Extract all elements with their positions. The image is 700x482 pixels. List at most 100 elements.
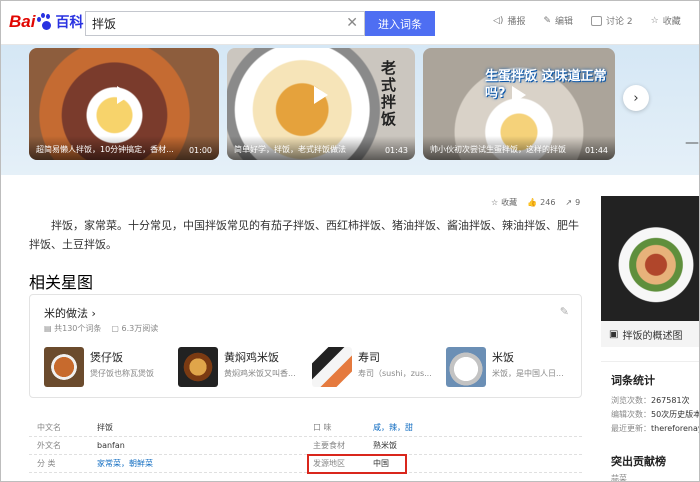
play-icon[interactable]: [314, 86, 328, 105]
entry-actions: ☆ 收藏 👍 246 ↗ 9: [491, 197, 580, 208]
pencil-icon: ✎: [543, 15, 551, 26]
video-card[interactable]: 老式拌饭 简单好学，拌饭，老式拌饭做法 01:43: [227, 48, 415, 160]
entry-stats: 词条统计 浏览次数：267581次 编辑次数：50次历史版本 最近更新：ther…: [601, 361, 699, 443]
stat-value: 267581次: [651, 396, 690, 405]
video-caption: 帅小伙初次尝试生蛋拌饭，这样的拌饭: [430, 145, 566, 154]
item-name: 黄焖鸡米饭: [224, 351, 279, 364]
search-input[interactable]: [86, 12, 326, 35]
speaker-icon: ◁): [493, 15, 504, 26]
thumbnail-image: [44, 347, 84, 387]
caption-text: 拌饭的概述图: [622, 330, 683, 342]
related-item[interactable]: 黄焖鸡米饭 黄焖鸡米饭又叫香...: [178, 347, 312, 387]
card-title[interactable]: 米的做法 ›: [44, 305, 96, 321]
info-key: 口 味: [313, 423, 332, 432]
contributors-title: 突出贡献榜: [611, 455, 666, 468]
share-icon: ↗: [565, 198, 573, 207]
chat-icon: [591, 15, 603, 26]
edit-button[interactable]: ✎ 编辑: [543, 14, 574, 28]
like-count: 246: [540, 198, 556, 207]
item-name: 米饭: [492, 351, 514, 364]
video-caption: 简单好学，拌饭，老式拌饭做法: [234, 145, 346, 154]
basic-info-table: 中文名 拌饭 口 味 咸，辣，甜 外文名 banfan 主要食材 熟米饭 分 类 家常菜，朝鲜…: [29, 419, 582, 473]
star-icon: ☆: [491, 198, 499, 207]
video-overlay-text: 老式拌饭: [379, 60, 397, 128]
baidu-baike-logo[interactable]: Bai 百科: [9, 11, 83, 33]
share-action[interactable]: ↗ 9: [565, 197, 580, 208]
search-box: ✕: [85, 11, 365, 36]
card-meta: ▤ 共130个词条 ▢ 6.3万阅读: [44, 323, 158, 334]
stat-label: 最近更新：: [611, 424, 651, 433]
info-key: 中文名: [37, 423, 61, 432]
collect-label: 收藏: [501, 198, 518, 207]
stat-value[interactable]: 50次历史版本: [651, 410, 699, 419]
video-caption-bar: 超简易懒人拌饭，10分钟搞定，香材... 01:00: [29, 136, 219, 160]
updated-line: 最近更新：thereforenay: [611, 422, 699, 436]
video-caption-bar: 简单好学，拌饭，老式拌饭做法 01:43: [227, 136, 415, 160]
item-name: 煲仔饭: [90, 351, 123, 364]
info-value: 咸，辣，甜: [373, 422, 581, 433]
info-value: 拌饭: [97, 423, 113, 432]
contributors-note: 蒜菜: [611, 474, 627, 482]
table-row: 外文名 banfan 主要食材 熟米饭: [29, 437, 582, 455]
table-row: 分 类家常菜，朝鲜菜 发源地区 中国: [29, 455, 582, 473]
item-desc: 煲仔饭也称瓦煲饭: [90, 369, 154, 378]
image-icon: ▣: [609, 328, 619, 340]
collect-action[interactable]: ☆ 收藏: [491, 197, 517, 208]
stats-title: 词条统计: [611, 374, 655, 387]
overview-caption[interactable]: ▣ 拌饭的概述图: [601, 321, 699, 347]
close-icon[interactable]: ✕: [346, 15, 358, 31]
thumbnail-image: [312, 347, 352, 387]
tool-label: 播报: [507, 17, 526, 27]
video-carousel: 超简易懒人拌饭，10分钟搞定，香材... 01:00 老式拌饭 简单好学，拌饭，老…: [1, 45, 699, 175]
header: Bai 百科 ✕ 进入词条 ◁)播报 ✎ 编辑 讨论 2 ☆收藏: [1, 1, 699, 45]
video-duration: 01:00: [188, 146, 212, 155]
info-link[interactable]: 咸，辣，甜: [373, 423, 413, 432]
edits-line: 编辑次数：50次历史版本: [611, 408, 699, 422]
section-title: 相关星图: [29, 273, 94, 292]
related-items: 煲仔饭煲仔饭也称瓦煲饭 黄焖鸡米饭 黄焖鸡米饭又叫香... 寿司寿司（sushi，…: [44, 347, 580, 387]
thumb-up-icon: 👍: [527, 198, 538, 207]
related-item[interactable]: 寿司寿司（sushi，zus...: [312, 347, 446, 387]
info-key: 主要食材: [313, 441, 345, 450]
card-title-text: 米的做法: [44, 307, 88, 320]
table-row: 中文名 拌饭 口 味 咸，辣，甜: [29, 419, 582, 437]
item-name: 寿司: [358, 351, 380, 364]
info-value: banfan: [97, 441, 125, 450]
discuss-button[interactable]: 讨论 2: [591, 14, 633, 27]
like-action[interactable]: 👍 246: [527, 197, 555, 208]
play-icon[interactable]: [512, 86, 526, 105]
video-duration: 01:43: [384, 146, 408, 155]
tool-label: 编辑: [555, 17, 574, 27]
tool-label: 讨论 2: [606, 17, 633, 27]
views-line: 浏览次数：267581次: [611, 394, 699, 408]
info-link[interactable]: 家常菜，朝鲜菜: [97, 459, 153, 468]
video-card[interactable]: 超简易懒人拌饭，10分钟搞定，香材... 01:00: [29, 48, 219, 160]
play-icon[interactable]: [117, 86, 131, 105]
entries-text: 共130个词条: [54, 324, 102, 333]
related-item[interactable]: 米饭米饭，是中国人日...: [446, 347, 580, 387]
speak-button[interactable]: ◁) 播报: [493, 14, 526, 28]
video-duration: 01:44: [584, 146, 608, 155]
entry-summary: 拌饭，家常菜。十分常见，中国拌饭常见的有茄子拌饭、西红柿拌饭、猪油拌饭、酱油拌饭…: [29, 219, 579, 251]
related-item[interactable]: 煲仔饭煲仔饭也称瓦煲饭: [44, 347, 178, 387]
overview-image[interactable]: [601, 196, 699, 321]
item-desc: 米饭，是中国人日...: [492, 369, 564, 378]
tool-label: 收藏: [662, 17, 681, 27]
paw-icon: [36, 13, 52, 31]
pencil-icon[interactable]: ✎: [560, 305, 569, 318]
reads-count: ▢ 6.3万阅读: [111, 324, 159, 333]
star-icon: ☆: [650, 15, 659, 26]
stat-value[interactable]: thereforenay: [651, 424, 699, 433]
enter-entry-button[interactable]: 进入词条: [365, 11, 435, 36]
stat-label: 编辑次数：: [611, 410, 651, 419]
item-desc: 寿司（sushi，zus...: [358, 369, 432, 378]
collect-button[interactable]: ☆ 收藏: [650, 14, 681, 28]
logo-baike: 百科: [55, 15, 84, 31]
chevron-right-icon[interactable]: ›: [623, 85, 649, 111]
info-key: 分 类: [37, 459, 56, 468]
thumbnail-image: [178, 347, 218, 387]
share-count: 9: [575, 198, 581, 207]
page: Bai 百科 ✕ 进入词条 ◁)播报 ✎编辑 讨论 2 ☆收藏 超简易懒人拌饭，…: [0, 0, 700, 482]
video-card[interactable]: 生蛋拌饭 这味道正常吗? 帅小伙初次尝试生蛋拌饭，这样的拌饭 01:44: [423, 48, 615, 160]
reads-text: 6.3万阅读: [121, 324, 159, 333]
